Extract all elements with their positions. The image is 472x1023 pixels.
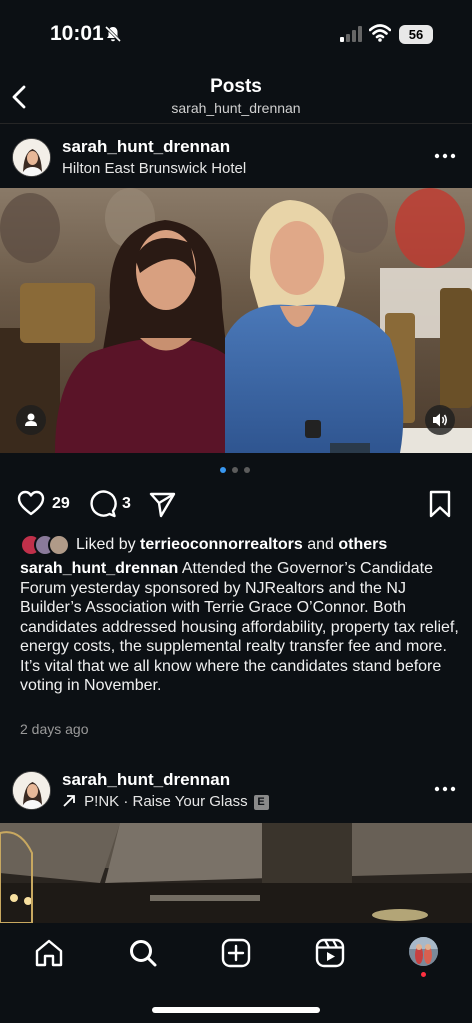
header-divider — [0, 123, 472, 124]
comment-count[interactable]: 3 — [122, 495, 131, 513]
liked-by-user[interactable]: terrieoconnorrealtors — [140, 536, 303, 553]
carousel-dot — [232, 467, 238, 473]
status-time: 10:01 — [50, 22, 104, 45]
more-horizontal-icon[interactable] — [434, 779, 456, 799]
carousel-indicator — [218, 467, 258, 475]
status-bar: 10:01 56 — [0, 0, 472, 60]
caption-text: Attended the Governor’s Candidate Forum … — [20, 560, 459, 694]
reels-icon[interactable] — [314, 937, 346, 969]
liked-by-others[interactable]: others — [338, 536, 387, 553]
audio-attribution[interactable]: P!NK · Raise Your Glass E — [62, 793, 269, 810]
user-tag-icon — [25, 413, 37, 426]
post-username[interactable]: sarah_hunt_drennan — [62, 137, 230, 157]
cellular-signal-icon — [340, 26, 362, 42]
audio-title: P!NK · Raise Your Glass — [84, 793, 248, 810]
liked-by-row[interactable]: Liked by terrieoconnorrealtors and other… — [20, 534, 460, 556]
bell-off-icon — [104, 25, 122, 43]
wifi-icon — [369, 24, 391, 42]
nav-header: Posts sarah_hunt_drennan — [0, 60, 472, 124]
post-actions: 29 3 — [0, 486, 472, 522]
battery-indicator: 56 — [399, 25, 433, 44]
like-count[interactable]: 29 — [52, 495, 70, 513]
heart-icon[interactable] — [17, 490, 45, 516]
post-header: sarah_hunt_drennan P!NK · Raise Your Gla… — [0, 762, 472, 818]
post-caption: sarah_hunt_drennan Attended the Governor… — [20, 559, 460, 696]
bottom-tab-bar — [0, 923, 472, 1023]
avatar — [48, 534, 70, 556]
send-icon[interactable] — [148, 490, 176, 518]
liked-by-text: Liked by terrieoconnorrealtors and other… — [76, 536, 388, 553]
page-subtitle[interactable]: sarah_hunt_drennan — [0, 100, 472, 116]
post-timestamp: 2 days ago — [20, 721, 89, 737]
tagged-people-button[interactable] — [16, 405, 46, 435]
profile-avatar[interactable] — [409, 937, 438, 966]
post-header: sarah_hunt_drennan Hilton East Brunswick… — [0, 129, 472, 185]
post-location[interactable]: Hilton East Brunswick Hotel — [62, 160, 246, 177]
liker-avatars — [20, 534, 76, 556]
arrow-up-right-icon — [63, 795, 75, 807]
carousel-dot — [244, 467, 250, 473]
carousel-dot-active — [220, 467, 226, 473]
page-title: Posts — [210, 76, 262, 97]
home-icon[interactable] — [33, 937, 65, 969]
bookmark-icon[interactable] — [429, 490, 451, 518]
post-username[interactable]: sarah_hunt_drennan — [62, 770, 230, 790]
explicit-badge: E — [253, 795, 269, 810]
search-icon[interactable] — [127, 937, 159, 969]
sound-toggle-button[interactable] — [425, 405, 455, 435]
avatar[interactable] — [12, 138, 51, 177]
comment-icon[interactable] — [88, 489, 117, 518]
more-horizontal-icon[interactable] — [434, 146, 456, 166]
create-icon[interactable] — [220, 937, 252, 969]
caption-username[interactable]: sarah_hunt_drennan — [20, 560, 178, 577]
avatar[interactable] — [12, 771, 51, 810]
notification-dot — [421, 972, 426, 977]
speaker-icon — [433, 413, 448, 427]
home-indicator — [152, 1007, 320, 1013]
post-photo[interactable] — [0, 188, 472, 453]
post-photo[interactable] — [0, 823, 472, 923]
